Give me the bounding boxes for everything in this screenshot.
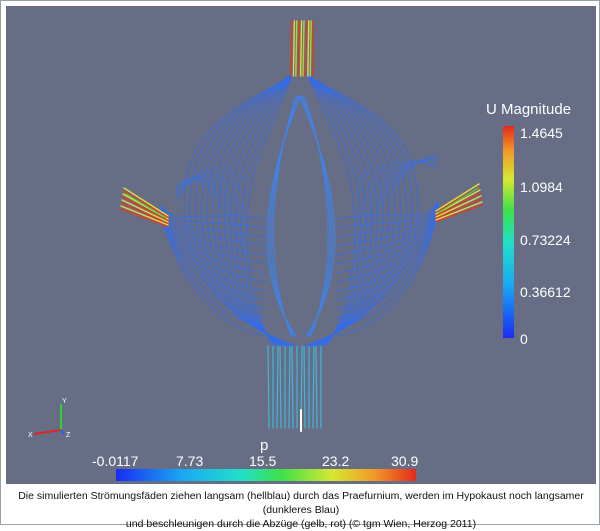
velocity-colorbar-gradient: [503, 126, 514, 338]
chamber-streamline-right: [305, 70, 396, 347]
inlet-streamline: [267, 345, 270, 429]
velocity-tick-3: 0.73224: [520, 232, 571, 248]
pressure-tick-5: 30.9: [391, 453, 418, 469]
top-outlet-streamline: [297, 20, 300, 77]
simulation-viewport: U Magnitude 1.4645 1.0984 0.73224 0.3661…: [6, 6, 596, 484]
velocity-colorbar-title: U Magnitude: [486, 101, 571, 118]
right-loop-streamline: [355, 160, 439, 212]
x-axis-line: [33, 429, 62, 435]
figure-caption: Die simulierten Strömungsfäden ziehen la…: [5, 489, 597, 530]
x-axis-label: X: [28, 432, 33, 439]
pressure-tick-3: 15.5: [249, 453, 276, 469]
pressure-tick-1: -0.0117: [92, 453, 139, 469]
chamber-inner-streamline: [270, 95, 299, 337]
figure-frame: U Magnitude 1.4645 1.0984 0.73224 0.3661…: [0, 0, 600, 530]
velocity-tick-4: 0.36612: [520, 284, 571, 300]
caption-line-1: Die simulierten Strömungsfäden ziehen la…: [18, 490, 584, 516]
chamber-inner-streamline: [272, 95, 298, 337]
inlet-streamline: [288, 345, 291, 429]
velocity-tick-1: 1.4645: [520, 125, 563, 141]
pressure-colorbar-title: p: [260, 437, 268, 454]
inlet-streamline: [303, 345, 306, 429]
inlet-streamline: [276, 345, 279, 429]
right-branch-streamline: [335, 203, 439, 256]
streamline-render: U Magnitude 1.4645 1.0984 0.73224 0.3661…: [28, 20, 571, 481]
pressure-colorbar-gradient: [116, 469, 416, 481]
top-outlet-streamline: [290, 20, 293, 77]
chamber-streamline-right: [305, 70, 390, 347]
z-axis-line: [60, 429, 65, 435]
inlet-streamline: [312, 345, 315, 429]
pressure-tick-2: 7.73: [176, 453, 203, 469]
pressure-colorbar: p -0.0117 7.73 15.5 23.2 30.9: [92, 437, 418, 481]
y-axis-label: Y: [62, 398, 67, 405]
top-outlet-streamline: [299, 20, 303, 77]
top-outlet-streamline: [309, 20, 312, 77]
top-outlet-streamline: [307, 20, 310, 77]
inlet-streamline: [291, 345, 294, 429]
velocity-colorbar: U Magnitude 1.4645 1.0984 0.73224 0.3661…: [486, 101, 571, 347]
velocity-tick-5: 0: [520, 331, 528, 347]
chamber-inner-streamline: [301, 95, 332, 337]
chamber-streamline-right: [305, 70, 367, 347]
inlet-streamline: [279, 345, 282, 429]
pressure-tick-4: 23.2: [322, 453, 349, 469]
velocity-tick-2: 1.0984: [520, 179, 563, 195]
top-outlet-streamline: [292, 20, 296, 77]
right-branch-streamline: [335, 200, 439, 220]
right-branch-streamline: [335, 207, 439, 301]
z-axis-label: Z: [66, 432, 71, 439]
streamlines: [119, 20, 484, 432]
caption-line-2: und beschleunigen durch die Abzüge (gelb…: [125, 518, 477, 530]
chamber-inner-streamline: [302, 95, 330, 337]
top-outlet-streamline: [295, 20, 298, 77]
top-outlet-streamline: [304, 20, 308, 77]
top-outlet-streamline: [302, 20, 305, 77]
axes-triad: Y X Z: [28, 398, 71, 439]
top-outlet-streamline: [311, 20, 315, 77]
inlet-streamline: [315, 345, 318, 429]
